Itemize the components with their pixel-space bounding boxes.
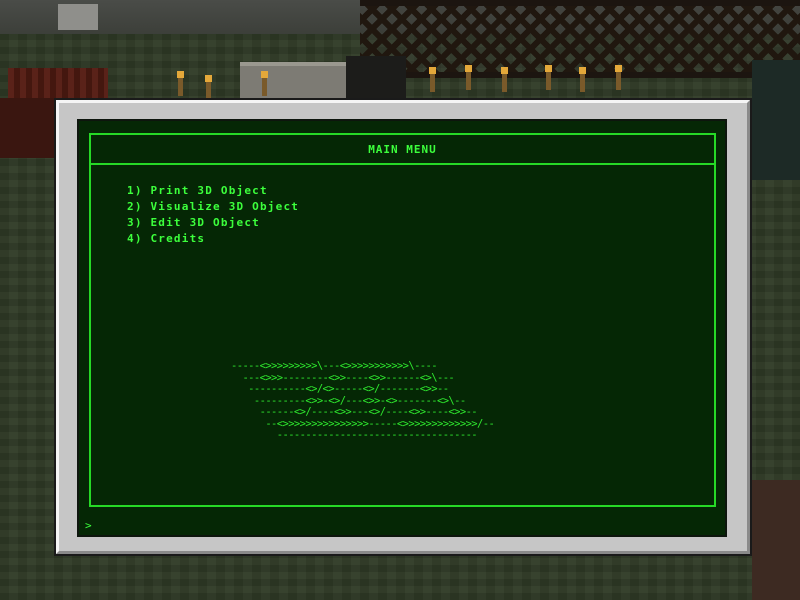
torch-icon xyxy=(261,71,268,96)
torch-icon xyxy=(205,75,212,100)
torch-icon xyxy=(545,65,552,90)
command-prompt[interactable]: > xyxy=(85,519,92,532)
ascii-art-3d-object: -----<>>>>>>>>>\---<>>>>>>>>>>>\---- ---… xyxy=(231,360,495,441)
terminal-screen[interactable]: MAIN MENU 1) Print 3D Object 2) Visualiz… xyxy=(77,119,727,537)
main-menu-list: 1) Print 3D Object 2) Visualize 3D Objec… xyxy=(127,183,299,247)
menu-panel: MAIN MENU 1) Print 3D Object 2) Visualiz… xyxy=(89,133,716,507)
torch-icon xyxy=(177,71,184,96)
torch-icon xyxy=(429,67,436,92)
teal-block xyxy=(752,60,800,180)
dark-block xyxy=(346,56,406,100)
netherbrick-block xyxy=(0,98,56,158)
torch-icon xyxy=(615,65,622,90)
panel-header: MAIN MENU xyxy=(91,135,714,165)
computer-gui-frame: MAIN MENU 1) Print 3D Object 2) Visualiz… xyxy=(54,98,752,556)
torch-icon xyxy=(579,67,586,92)
dirt-block xyxy=(752,480,800,600)
torch-icon xyxy=(465,65,472,90)
menu-item-credits[interactable]: 4) Credits xyxy=(127,231,299,247)
menu-item-visualize[interactable]: 2) Visualize 3D Object xyxy=(127,199,299,215)
menu-item-print[interactable]: 1) Print 3D Object xyxy=(127,183,299,199)
page-title: MAIN MENU xyxy=(368,142,437,156)
stone-block xyxy=(58,4,98,30)
torch-icon xyxy=(501,67,508,92)
menu-item-edit[interactable]: 3) Edit 3D Object xyxy=(127,215,299,231)
